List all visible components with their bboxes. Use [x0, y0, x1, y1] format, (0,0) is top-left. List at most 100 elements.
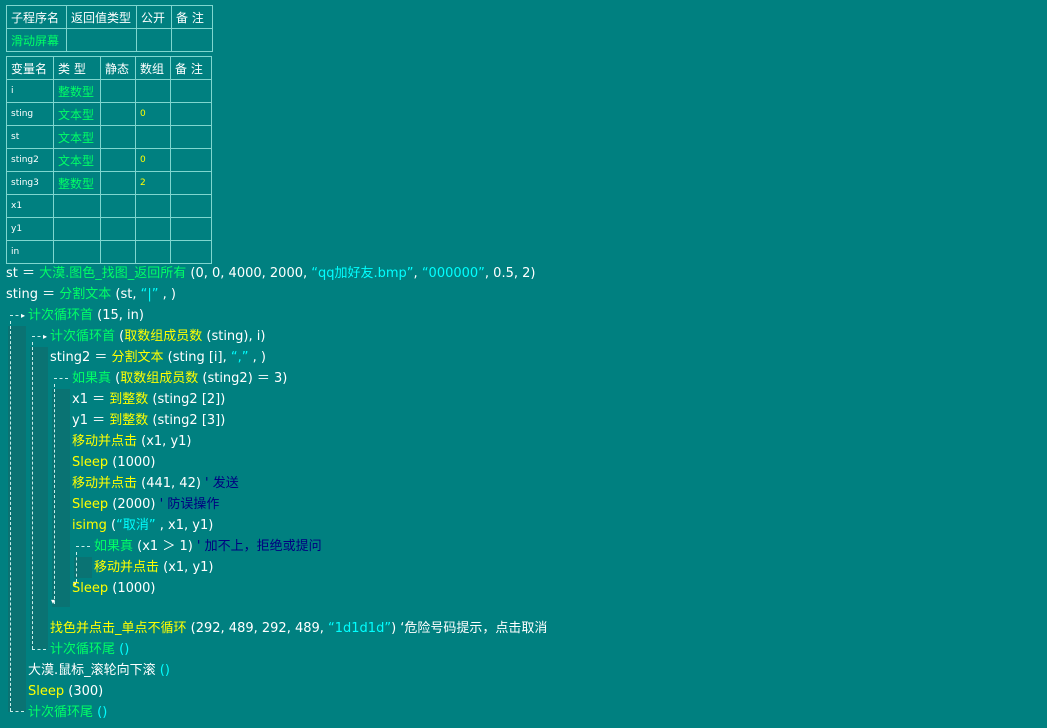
- code-line[interactable]: 如果真 (x1 ＞ 1) ' 加不上，拒绝或提问: [94, 536, 322, 557]
- variable-row[interactable]: st 文本型: [6, 125, 212, 149]
- code-function: 移动并点击: [72, 476, 138, 491]
- variable-type-cell[interactable]: 文本型: [53, 148, 101, 172]
- code-comment: ' 加不上，拒绝或提问: [192, 539, 322, 554]
- code-line[interactable]: 如果真 (取数组成员数 (sting2) ＝ 3): [72, 368, 287, 389]
- code-text: (x1 ＞ 1): [133, 539, 193, 554]
- code-line[interactable]: 移动并点击 (x1, y1): [72, 431, 192, 452]
- variable-note-cell[interactable]: [170, 217, 212, 241]
- variable-type-cell[interactable]: 文本型: [53, 102, 101, 126]
- variable-static-cell[interactable]: [100, 125, 136, 149]
- code-text: (sting), i): [202, 329, 266, 344]
- header-return-type: 返回值类型: [66, 5, 137, 29]
- code-line[interactable]: 计次循环首 (15, in): [28, 305, 144, 326]
- variable-note-cell[interactable]: [170, 79, 212, 103]
- variable-note-cell[interactable]: [170, 125, 212, 149]
- variable-note-cell[interactable]: [170, 171, 212, 195]
- variable-type-cell[interactable]: [53, 217, 101, 241]
- code-line[interactable]: isimg (“取消” , x1, y1): [72, 515, 213, 536]
- variable-array-cell[interactable]: [135, 217, 171, 241]
- code-editor[interactable]: ▸ ▸ ▾ ▾ st ＝ 大漠.图色_找图_返回所有 (0, 0, 4000, …: [0, 263, 1047, 728]
- code-text: (300): [64, 684, 104, 699]
- code-line[interactable]: 找色并点击_单点不循环 (292, 489, 292, 489, “1d1d1d…: [50, 618, 547, 639]
- code-line[interactable]: y1 ＝ 到整数 (sting2 [3]): [72, 410, 225, 431]
- variable-name-cell[interactable]: x1: [6, 194, 54, 218]
- variable-array-cell[interactable]: [135, 240, 171, 264]
- code-command: 计次循环首: [50, 329, 116, 344]
- code-line[interactable]: x1 ＝ 到整数 (sting2 [2]): [72, 389, 225, 410]
- code-line[interactable]: Sleep (1000): [72, 578, 156, 599]
- code-text: (sting2) ＝ 3): [198, 371, 288, 386]
- code-line[interactable]: 计次循环首 (取数组成员数 (sting), i): [50, 326, 265, 347]
- code-line[interactable]: 计次循环尾 (): [50, 639, 129, 660]
- variable-array-cell[interactable]: 2: [135, 171, 171, 195]
- code-line[interactable]: 计次循环尾 (): [28, 702, 107, 723]
- variable-name-cell[interactable]: sting3: [6, 171, 54, 195]
- subroutine-return-cell[interactable]: [66, 28, 137, 52]
- variable-name-cell[interactable]: in: [6, 240, 54, 264]
- variable-name-cell[interactable]: st: [6, 125, 54, 149]
- variable-note-cell[interactable]: [170, 194, 212, 218]
- code-text: (: [111, 371, 121, 386]
- code-line[interactable]: 大漠.鼠标_滚轮向下滚 (): [28, 660, 170, 681]
- variable-name-cell[interactable]: sting: [6, 102, 54, 126]
- variable-static-cell[interactable]: [100, 102, 136, 126]
- subroutine-row[interactable]: 滑动屏幕: [6, 28, 213, 52]
- code-text: (sting2 [2]): [148, 392, 226, 407]
- code-text: (): [93, 705, 108, 720]
- variable-static-cell[interactable]: [100, 240, 136, 264]
- code-string: “|”: [140, 287, 159, 302]
- code-line[interactable]: 移动并点击 (441, 42) ' 发送: [72, 473, 239, 494]
- variable-static-cell[interactable]: [100, 148, 136, 172]
- code-line[interactable]: Sleep (2000) ' 防误操作: [72, 494, 219, 515]
- variable-name-cell[interactable]: y1: [6, 217, 54, 241]
- variable-type-cell[interactable]: [53, 194, 101, 218]
- code-string: “qq加好友.bmp”: [311, 266, 414, 281]
- variable-array-cell[interactable]: [135, 125, 171, 149]
- variable-type-cell[interactable]: 整数型: [53, 171, 101, 195]
- code-text: , 0.5, 2): [484, 266, 536, 281]
- subroutine-name-cell[interactable]: 滑动屏幕: [6, 28, 67, 52]
- variable-row[interactable]: sting2 文本型 0: [6, 148, 212, 172]
- variable-name-cell[interactable]: sting2: [6, 148, 54, 172]
- code-text: (15, in): [93, 308, 144, 323]
- variable-static-cell[interactable]: [100, 79, 136, 103]
- code-line[interactable]: Sleep (300): [28, 681, 103, 702]
- code-text: (x1, y1): [137, 434, 192, 449]
- code-line[interactable]: sting2 ＝ 分割文本 (sting [i], “,” , ): [50, 347, 266, 368]
- subroutine-public-cell[interactable]: [136, 28, 172, 52]
- if-guide: [54, 378, 68, 379]
- variable-row[interactable]: x1: [6, 194, 212, 218]
- variable-row[interactable]: i 整数型: [6, 79, 212, 103]
- variable-note-cell[interactable]: [170, 102, 212, 126]
- loop-arrow-icon: ▸: [43, 332, 48, 341]
- variable-note-cell[interactable]: [170, 148, 212, 172]
- variable-header-row: 变量名 类 型 静态 数组 备 注: [6, 56, 212, 80]
- variable-row[interactable]: sting 文本型 0: [6, 102, 212, 126]
- code-function: 取数组成员数: [124, 329, 203, 344]
- variable-type-cell[interactable]: [53, 240, 101, 264]
- subroutine-note-cell[interactable]: [171, 28, 213, 52]
- variable-static-cell[interactable]: [100, 194, 136, 218]
- code-line[interactable]: sting ＝ 分割文本 (st, “|” , ): [6, 284, 176, 305]
- variable-static-cell[interactable]: [100, 171, 136, 195]
- code-command: 计次循环尾: [50, 642, 116, 657]
- variable-row[interactable]: sting3 整数型 2: [6, 171, 212, 195]
- code-text: (sting2 [3]): [148, 413, 226, 428]
- variable-type-cell[interactable]: 整数型: [53, 79, 101, 103]
- code-line[interactable]: 移动并点击 (x1, y1): [94, 557, 214, 578]
- variable-array-cell[interactable]: 0: [135, 102, 171, 126]
- code-line[interactable]: st ＝ 大漠.图色_找图_返回所有 (0, 0, 4000, 2000, “q…: [6, 263, 535, 284]
- variable-type-cell[interactable]: 文本型: [53, 125, 101, 149]
- code-text: , ): [158, 287, 176, 302]
- variable-array-cell[interactable]: [135, 79, 171, 103]
- variable-row[interactable]: y1: [6, 217, 212, 241]
- code-text: (): [115, 642, 130, 657]
- code-line[interactable]: Sleep (1000): [72, 452, 156, 473]
- variable-note-cell[interactable]: [170, 240, 212, 264]
- variable-row[interactable]: in: [6, 240, 212, 264]
- variable-array-cell[interactable]: [135, 194, 171, 218]
- variable-static-cell[interactable]: [100, 217, 136, 241]
- variable-name-cell[interactable]: i: [6, 79, 54, 103]
- variable-array-cell[interactable]: 0: [135, 148, 171, 172]
- loop-guide: [32, 342, 33, 649]
